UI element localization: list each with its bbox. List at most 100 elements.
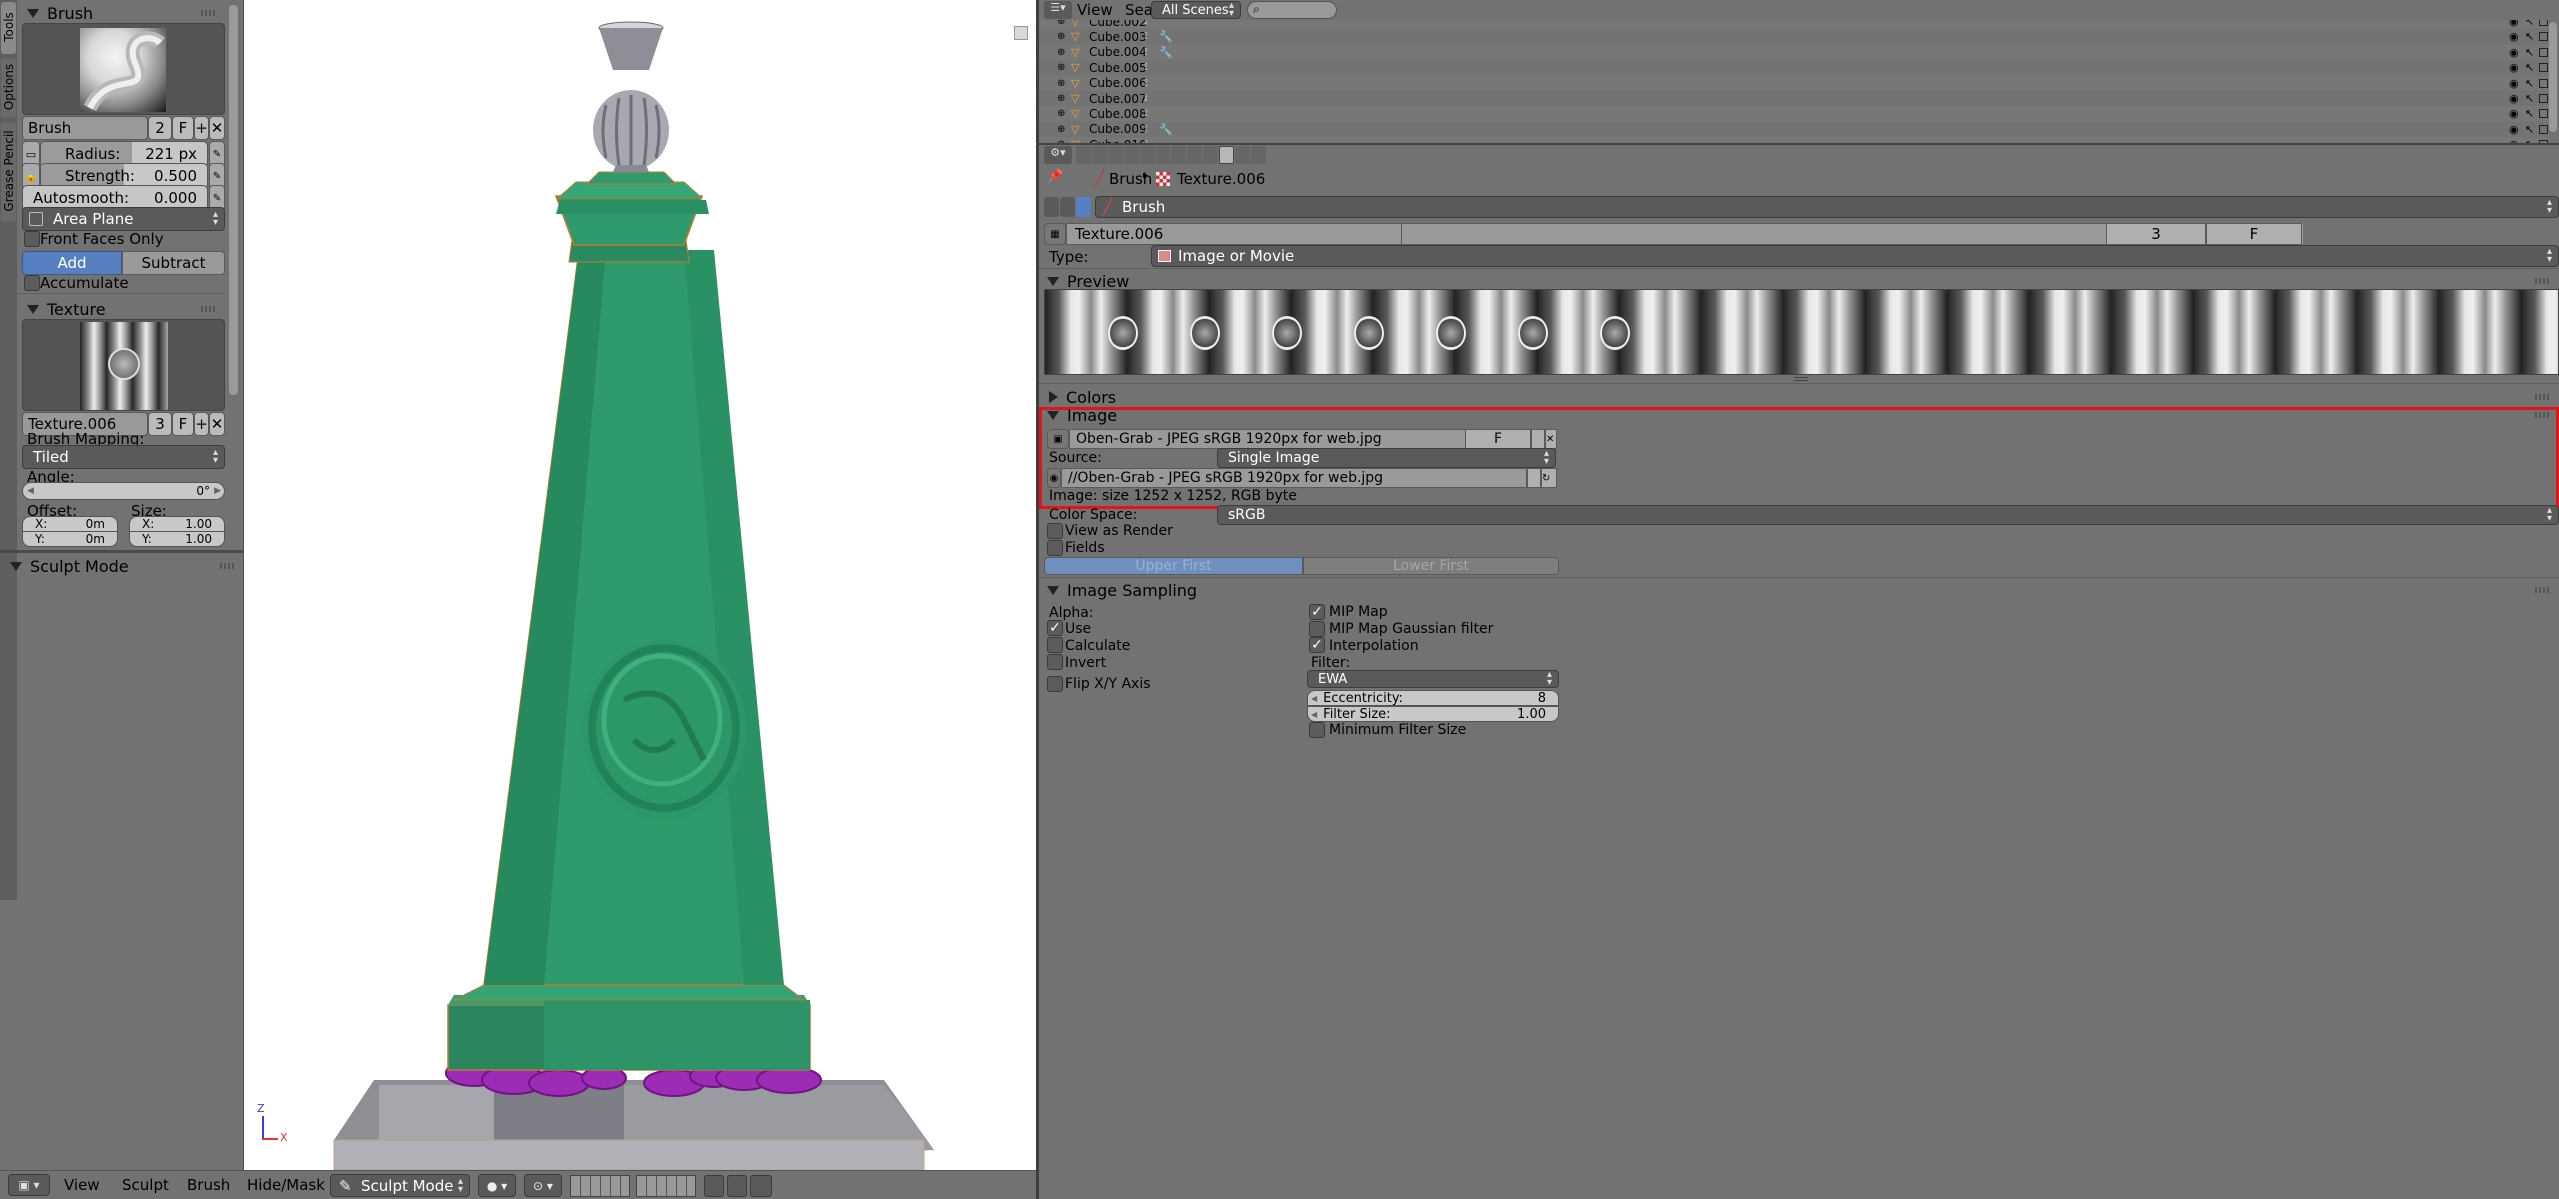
size-x-field[interactable]: X: 1.00 [129,516,225,532]
outliner-row[interactable]: ⊕ ▽ Cube.007 ⟟ ◉ ↖ [1039,91,2549,106]
render-tab-icon[interactable] [1076,146,1091,164]
outliner-row[interactable]: ⊕ ▽ Cube.009 ⟟ 🔧 ◉ ↖ [1039,121,2549,137]
outliner-item-name[interactable]: Cube.007 [1089,92,1147,106]
selectable-cursor-icon[interactable]: ↖ [2525,107,2534,120]
object-tab-icon[interactable] [1139,146,1155,164]
shading-button[interactable]: ● ▾ [478,1174,516,1197]
expand-plus-icon[interactable]: ⊕ [1057,124,1065,135]
render-camera-icon[interactable] [2539,109,2548,119]
outliner-search-input[interactable]: ⌕ [1247,1,1337,19]
texture-preview-box[interactable] [22,319,225,411]
increment-arrow-icon[interactable]: ▶ [214,486,221,496]
angle-slider[interactable]: ◀ 0° ▶ [22,482,225,500]
outliner-menu-view[interactable]: View [1077,0,1113,20]
reload-image-icon[interactable]: ↻ [1541,468,1557,488]
menu-hide-mask[interactable]: Hide/Mask [247,1171,325,1199]
particles-tab-icon[interactable] [1235,146,1251,164]
scene-tab-icon[interactable] [1107,146,1123,164]
invert-alpha-checkbox[interactable] [1047,654,1063,670]
visibility-eye-icon[interactable]: ◉ [2509,107,2519,120]
material-tab-icon[interactable] [1203,146,1219,164]
expand-plus-icon[interactable]: ⊕ [1057,20,1065,27]
texture-datablock-name-ext[interactable] [1402,223,2106,245]
texture-tab-icon[interactable] [1219,146,1235,164]
expand-plus-icon[interactable]: ⊕ [1057,108,1065,119]
drag-grip-icon[interactable] [2535,394,2549,400]
viewport-3d[interactable]: Z X [244,0,1036,1170]
outliner-item-name[interactable]: Cube.002 [1089,20,1147,29]
outliner-row[interactable]: ⊕ ▽ Cube.004 ⟟ 🔧 ◉ ↖ [1039,44,2549,60]
pivot-button[interactable]: ⊙ ▾ [524,1174,562,1197]
texture-browse-button[interactable]: ▦ [1044,223,1066,245]
menu-brush[interactable]: Brush [187,1171,230,1199]
lock-layers-icon[interactable] [704,1175,724,1197]
selectable-cursor-icon[interactable]: ↖ [2525,77,2534,90]
drag-grip-icon[interactable] [220,563,234,569]
mip-map-checkbox[interactable]: ✓ [1309,604,1325,620]
render-camera-icon[interactable] [2539,78,2548,88]
outliner-row[interactable]: ⊕ ▽ Cube.005 ⟟ ◉ ↖ [1039,60,2549,76]
drag-grip-icon[interactable] [201,306,215,312]
unlink-image-icon[interactable]: ✕ [1545,429,1557,449]
preview-resize-handle[interactable] [1794,375,1808,381]
outliner-scrollbar-thumb[interactable] [2549,22,2557,132]
outliner-scene-filter[interactable]: All Scenes ▴ ▾ [1151,1,1241,19]
filter-size-field[interactable]: ◀ Filter Size: 1.00 [1307,706,1559,722]
selectable-cursor-icon[interactable]: ↖ [2525,92,2534,105]
visibility-eye-icon[interactable]: ◉ [2509,20,2519,28]
calculate-alpha-checkbox[interactable] [1047,637,1063,653]
image-datablock-name[interactable]: Oben-Grab - JPEG sRGB 1920px for web.jpg [1069,429,1467,449]
outliner-row[interactable]: ⊕ ▽ Cube.003 ⟟ 🔧 ◉ ↖ [1039,29,2549,45]
visibility-eye-icon[interactable]: ◉ [2509,46,2519,59]
brush-datablock-selector[interactable]: ╱ Brush ▴ ▾ [1095,196,2559,218]
outliner-item-name[interactable]: Cube.004 [1089,45,1147,59]
add-button[interactable]: Add [22,251,122,275]
use-alpha-checkbox[interactable]: ✓ [1047,620,1063,636]
expand-plus-icon[interactable]: ⊕ [1057,93,1065,104]
offset-y-field[interactable]: Y: 0m [22,531,118,547]
visibility-eye-icon[interactable]: ◉ [2509,92,2519,105]
image-fake-user-button[interactable]: F [1465,429,1531,449]
color-space-menu[interactable]: sRGB ▴ ▾ [1217,505,2559,525]
tab-options[interactable]: Options [1,58,16,118]
render-preview-icon[interactable] [727,1175,747,1197]
editor-type-button[interactable]: ▣ ▾ [8,1174,50,1196]
drag-grip-icon[interactable] [2535,412,2549,418]
unlink-texture-icon[interactable]: ✕ [209,412,225,436]
visibility-eye-icon[interactable]: ◉ [2509,77,2519,90]
decrement-arrow-icon[interactable]: ◀ [1311,694,1317,703]
layers-grid-2[interactable] [636,1175,696,1197]
selectable-cursor-icon[interactable]: ↖ [2525,30,2534,43]
selectable-cursor-icon[interactable]: ↖ [2525,20,2534,28]
image-sampling-panel-header[interactable]: Image Sampling [1039,577,2559,603]
outliner-item-name[interactable]: Cube.003 [1089,30,1147,44]
texture-datablock-name[interactable]: Texture.006 [1066,223,1402,245]
properties-editor-type-button[interactable]: ⚙▾ [1044,146,1072,164]
brush-preview-box[interactable] [22,23,225,115]
outliner-item-name[interactable]: Cube.009 [1089,122,1147,136]
filter-menu[interactable]: EWA ▴ ▾ [1307,670,1559,688]
decrement-arrow-icon[interactable]: ◀ [1311,710,1317,719]
expand-plus-icon[interactable]: ⊕ [1057,78,1065,89]
drag-grip-icon[interactable] [2535,587,2549,593]
shelf-scroll-thumb[interactable] [229,5,238,395]
plane-menu[interactable]: Area Plane ▴ ▾ [22,207,225,231]
selectable-cursor-icon[interactable]: ↖ [2525,46,2534,59]
image-source-menu[interactable]: Single Image ▴ ▾ [1217,448,1556,468]
new-texture-icon[interactable]: + [194,412,209,436]
expand-plus-icon[interactable]: ⊕ [1057,47,1065,58]
material-texture-icon[interactable] [1060,197,1075,217]
texture-fake-user-button[interactable]: F [2206,223,2302,245]
upper-first-button[interactable]: Upper First [1044,557,1303,575]
outliner-item-name[interactable]: Cube.005 [1089,61,1147,75]
minimum-filter-size-checkbox[interactable] [1309,722,1325,738]
menu-view[interactable]: View [64,1171,100,1199]
viewport-corner-widget[interactable] [1014,26,1028,40]
brush-name-field[interactable]: Brush [22,116,148,140]
sculpt-mode-panel-header[interactable]: Sculpt Mode [0,553,244,579]
pack-image-icon[interactable]: ◉ [1047,468,1061,488]
outliner-row[interactable]: ⊕ ▽ Cube.008 ⟟ ◉ ↖ [1039,106,2549,122]
fields-checkbox[interactable] [1047,540,1063,556]
flip-xy-checkbox[interactable] [1047,676,1063,692]
visibility-eye-icon[interactable]: ◉ [2509,30,2519,43]
